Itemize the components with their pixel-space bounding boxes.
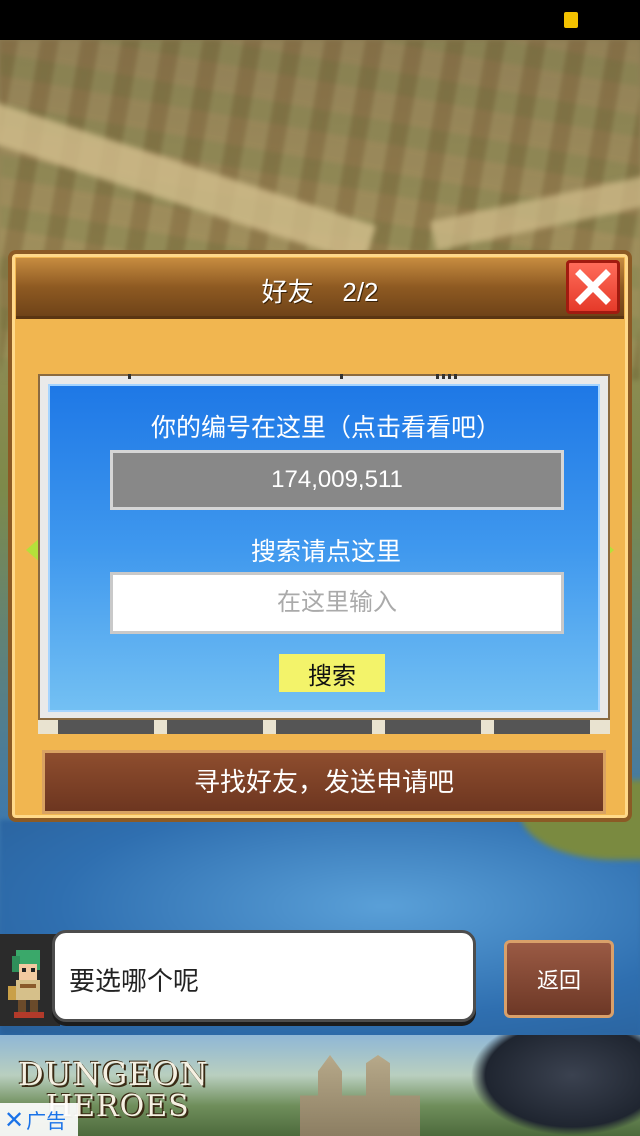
friend-id-panel: 你的编号在这里（点击看看吧） 174,009,511 搜索请点这里 搜索	[48, 384, 600, 712]
panel-tabs-strip	[38, 720, 610, 734]
search-label: 搜索请点这里	[250, 538, 401, 566]
your-id-label: 你的编号在这里（点击看看吧）	[150, 414, 501, 442]
your-id-value[interactable]: 174,009,511	[110, 450, 564, 510]
close-button[interactable]	[566, 260, 620, 314]
ad-logo-line1: DUNGEON	[18, 1055, 209, 1093]
dialog-header: 好友 2/2	[16, 258, 624, 319]
dialog-title: 好友 2/2	[261, 277, 379, 307]
close-icon	[575, 269, 611, 305]
ad-banner[interactable]: DUNGEON HEROES	[0, 1035, 640, 1136]
avatar	[8, 950, 44, 1018]
ad-knight-image	[470, 1035, 640, 1136]
character-strip	[0, 934, 60, 1026]
close-icon: ✕	[4, 1106, 25, 1134]
back-button[interactable]: 返回	[504, 940, 614, 1018]
ad-label: 广告	[26, 1110, 67, 1133]
ad-castle-image	[300, 1055, 420, 1136]
find-friends-banner[interactable]: 寻找好友，发送申请吧	[42, 750, 606, 814]
friend-search-input[interactable]	[110, 572, 564, 634]
panel-frame: 你的编号在这里（点击看看吧） 174,009,511 搜索请点这里 搜索	[38, 374, 610, 720]
friends-dialog: 好友 2/2 你的编号在这里（点击看看吧） 174,009,511 搜索请点这里…	[8, 250, 632, 822]
search-button[interactable]: 搜索	[279, 654, 385, 692]
battery-icon	[564, 12, 578, 28]
ad-close-button[interactable]: ✕ 广告	[0, 1103, 78, 1136]
speech-bubble: 要选哪个呢	[52, 930, 476, 1022]
status-bar	[0, 0, 640, 40]
speech-text: 要选哪个呢	[69, 966, 200, 996]
